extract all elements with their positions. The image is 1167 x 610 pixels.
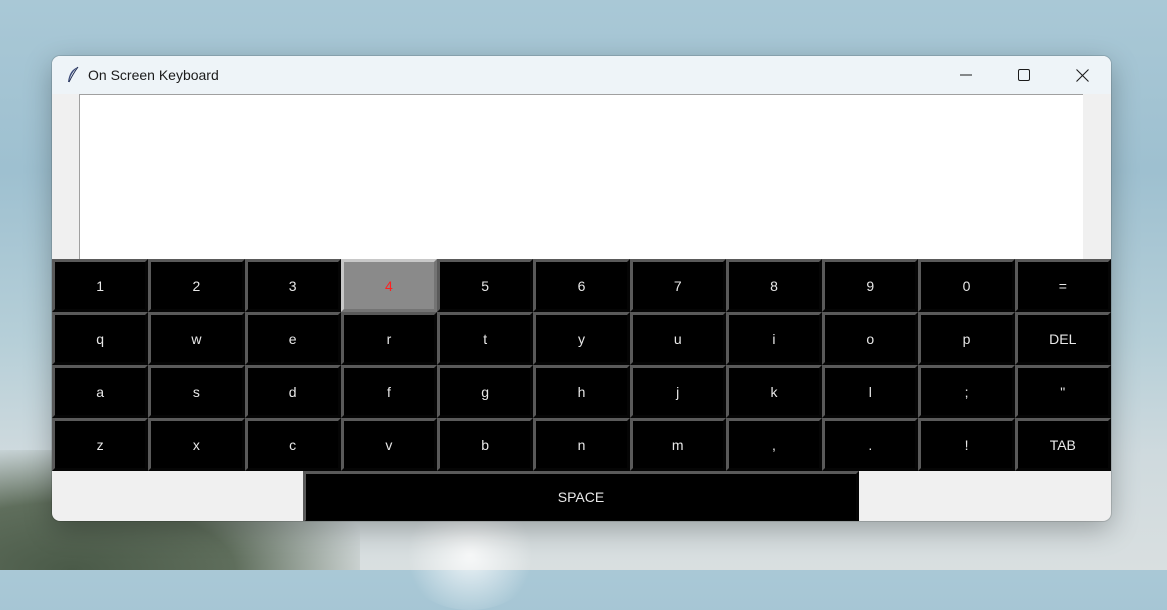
key-row-2: q w e r t y u i o p DEL [52, 312, 1111, 365]
key-a[interactable]: a [52, 365, 149, 418]
close-button[interactable] [1053, 56, 1111, 94]
key-w[interactable]: w [148, 312, 245, 365]
key-semicolon[interactable]: ; [918, 365, 1015, 418]
text-area-frame [79, 94, 1083, 259]
key-space[interactable]: SPACE [303, 471, 859, 521]
title-bar[interactable]: On Screen Keyboard [52, 56, 1111, 94]
window-controls [937, 56, 1111, 94]
key-l[interactable]: l [822, 365, 919, 418]
key-r[interactable]: r [340, 312, 438, 365]
key-i[interactable]: i [725, 312, 823, 365]
keyboard-window: On Screen Keyboard 1 2 3 4 5 6 7 8 9 0 =… [52, 56, 1111, 521]
minimize-icon [960, 74, 972, 76]
key-q[interactable]: q [52, 312, 149, 365]
key-2[interactable]: 2 [148, 259, 245, 312]
key-m[interactable]: m [629, 418, 726, 471]
key-n[interactable]: n [533, 418, 630, 471]
key-z[interactable]: z [52, 418, 149, 471]
key-0[interactable]: 0 [918, 259, 1015, 312]
key-j[interactable]: j [629, 365, 726, 418]
feather-icon [65, 66, 81, 84]
key-quote[interactable]: " [1014, 365, 1111, 418]
close-icon [1075, 68, 1089, 82]
maximize-button[interactable] [995, 56, 1053, 94]
key-tab[interactable]: TAB [1014, 418, 1111, 471]
key-e[interactable]: e [244, 312, 341, 365]
key-o[interactable]: o [822, 312, 919, 365]
key-p[interactable]: p [918, 312, 1015, 365]
key-6[interactable]: 6 [533, 259, 630, 312]
maximize-icon [1018, 69, 1030, 81]
key-v[interactable]: v [340, 418, 438, 471]
key-3[interactable]: 3 [244, 259, 341, 312]
key-equals[interactable]: = [1014, 259, 1111, 312]
key-x[interactable]: x [148, 418, 245, 471]
key-t[interactable]: t [437, 312, 534, 365]
key-4[interactable]: 4 [340, 259, 438, 312]
key-row-4: z x c v b n m , . ! TAB [52, 418, 1111, 471]
key-row-3: a s d f g h j k l ; " [52, 365, 1111, 418]
key-9[interactable]: 9 [822, 259, 919, 312]
window-title: On Screen Keyboard [88, 67, 219, 83]
key-s[interactable]: s [148, 365, 245, 418]
key-c[interactable]: c [244, 418, 341, 471]
key-row-1: 1 2 3 4 5 6 7 8 9 0 = [52, 259, 1111, 312]
key-period[interactable]: . [822, 418, 919, 471]
key-g[interactable]: g [437, 365, 534, 418]
key-5[interactable]: 5 [437, 259, 534, 312]
key-exclamation[interactable]: ! [918, 418, 1015, 471]
key-del[interactable]: DEL [1014, 312, 1111, 365]
key-u[interactable]: u [629, 312, 726, 365]
key-k[interactable]: k [725, 365, 823, 418]
key-b[interactable]: b [437, 418, 534, 471]
key-7[interactable]: 7 [629, 259, 726, 312]
key-y[interactable]: y [533, 312, 630, 365]
key-comma[interactable]: , [725, 418, 823, 471]
minimize-button[interactable] [937, 56, 995, 94]
text-input-area[interactable] [80, 95, 1083, 259]
key-8[interactable]: 8 [725, 259, 823, 312]
key-h[interactable]: h [533, 365, 630, 418]
keyboard: 1 2 3 4 5 6 7 8 9 0 = q w e r t y u i o … [52, 259, 1111, 521]
key-f[interactable]: f [340, 365, 438, 418]
key-d[interactable]: d [244, 365, 341, 418]
key-row-space: SPACE [52, 471, 1111, 521]
key-1[interactable]: 1 [52, 259, 149, 312]
